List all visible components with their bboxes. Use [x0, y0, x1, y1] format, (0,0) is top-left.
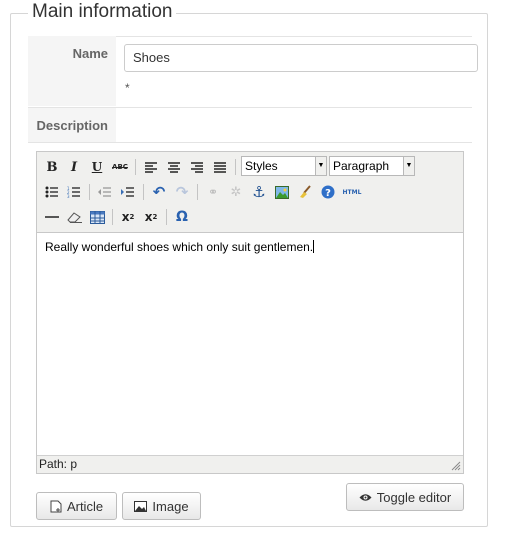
numbered-list-icon[interactable]: 123 [64, 182, 84, 202]
undo-icon[interactable]: ↶ [149, 182, 169, 202]
indent-icon[interactable] [118, 182, 138, 202]
anchor-icon[interactable]: ⚓ [249, 182, 269, 202]
editor-text: Really wonderful shoes which only suit g… [45, 240, 314, 254]
align-right-icon[interactable] [187, 157, 207, 177]
italic-icon[interactable]: I [64, 157, 84, 177]
path-label: Path: p [39, 457, 78, 471]
outdent-icon[interactable] [95, 182, 115, 202]
link-icon[interactable]: ⚭ [203, 182, 223, 202]
image-icon[interactable] [272, 182, 292, 202]
horizontal-rule-icon[interactable] [42, 207, 62, 227]
eye-icon [359, 493, 372, 501]
subscript-icon[interactable]: x2 [118, 207, 138, 227]
image-button[interactable]: Image [122, 492, 201, 520]
styles-select[interactable]: Styles ▼ [241, 156, 327, 176]
toggle-editor-label: Toggle editor [376, 489, 452, 505]
chevron-down-icon: ▼ [315, 157, 326, 175]
name-label: Name [72, 46, 108, 61]
unlink-icon[interactable]: ✲ [226, 182, 246, 202]
align-center-icon[interactable] [164, 157, 184, 177]
toolbar-separator [166, 209, 167, 225]
toolbar-separator [197, 184, 198, 200]
underline-icon[interactable]: U [87, 157, 107, 177]
toolbar-separator [89, 184, 90, 200]
chevron-down-icon: ▼ [403, 157, 414, 175]
toolbar-separator [135, 159, 136, 175]
resize-handle-icon[interactable] [451, 461, 461, 471]
section-legend: Main information [28, 1, 177, 23]
styles-select-value: Styles [245, 159, 278, 173]
picture-icon [134, 500, 148, 512]
toggle-editor-button[interactable]: Toggle editor [346, 483, 464, 511]
toolbar-separator [112, 209, 113, 225]
eraser-icon[interactable] [64, 207, 84, 227]
paragraph-select-value: Paragraph [333, 159, 390, 173]
row-divider [28, 142, 472, 143]
description-label: Description [36, 118, 108, 133]
table-icon[interactable] [87, 207, 107, 227]
required-mark: * [125, 81, 130, 95]
toolbar-separator [235, 159, 236, 175]
align-justify-icon[interactable] [210, 157, 230, 177]
svg-text:3: 3 [67, 194, 70, 198]
redo-icon[interactable]: ↷ [172, 182, 192, 202]
html-icon[interactable]: HTML [341, 182, 363, 202]
cleanup-icon[interactable] [295, 182, 315, 202]
svg-text:?: ? [325, 188, 331, 199]
special-char-icon[interactable]: Ω [172, 207, 192, 227]
rich-text-editor: B I U ABC Styles ▼ Paragraph ▼ 123 ↶ ↷ ⚭… [36, 151, 464, 474]
editor-content[interactable]: Really wonderful shoes which only suit g… [45, 240, 315, 254]
help-icon[interactable]: ? [318, 182, 338, 202]
image-button-label: Image [152, 498, 189, 514]
editor-toolbar: B I U ABC Styles ▼ Paragraph ▼ 123 ↶ ↷ ⚭… [37, 152, 463, 233]
article-button-label: Article [66, 498, 104, 514]
superscript-icon[interactable]: x2 [141, 207, 161, 227]
paragraph-select[interactable]: Paragraph ▼ [329, 156, 415, 176]
strikethrough-icon[interactable]: ABC [110, 157, 130, 177]
article-icon [50, 500, 62, 512]
bullet-list-icon[interactable] [42, 182, 62, 202]
name-input[interactable]: Shoes [124, 44, 478, 72]
editor-status-bar: Path: p [37, 455, 463, 473]
text-caret [313, 240, 315, 253]
bold-icon[interactable]: B [42, 157, 62, 177]
toolbar-separator [143, 184, 144, 200]
article-button[interactable]: Article [36, 492, 117, 520]
align-left-icon[interactable] [141, 157, 161, 177]
